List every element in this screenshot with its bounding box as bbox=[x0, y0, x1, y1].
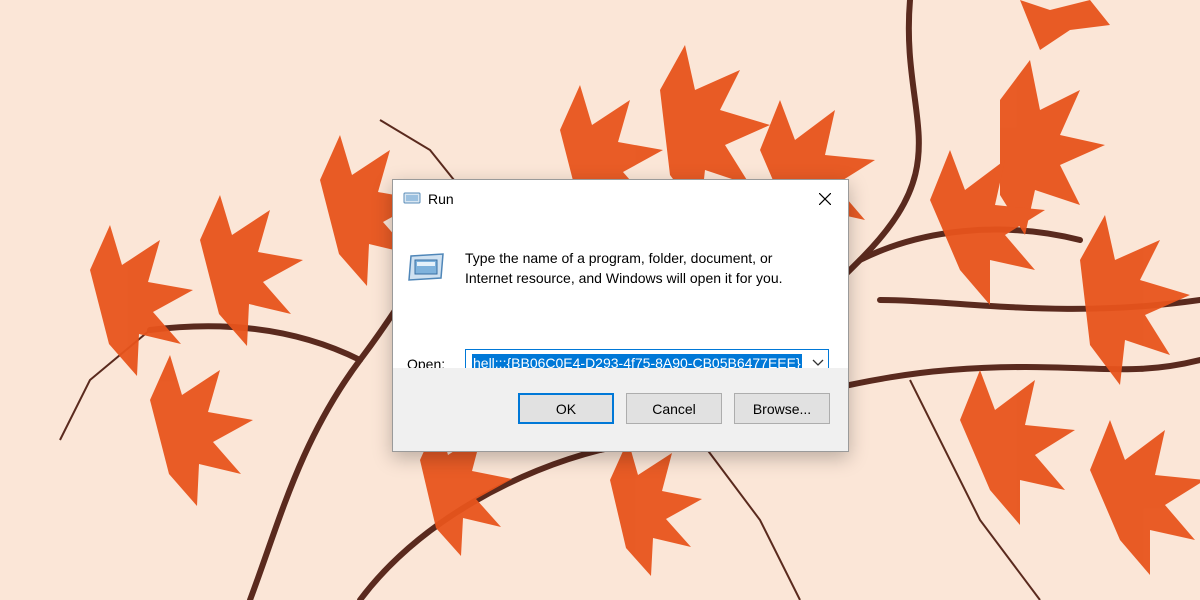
title-bar[interactable]: Run bbox=[393, 180, 848, 218]
dialog-body: Type the name of a program, folder, docu… bbox=[393, 218, 848, 377]
close-button[interactable] bbox=[802, 180, 848, 218]
run-app-icon bbox=[408, 253, 444, 281]
dialog-description: Type the name of a program, folder, docu… bbox=[465, 248, 825, 288]
cancel-button[interactable]: Cancel bbox=[626, 393, 722, 424]
run-dialog: Run Type the name of a program, folder, … bbox=[392, 179, 849, 452]
browse-button[interactable]: Browse... bbox=[734, 393, 830, 424]
run-icon bbox=[403, 192, 421, 204]
ok-button[interactable]: OK bbox=[518, 393, 614, 424]
chevron-down-icon[interactable] bbox=[812, 358, 824, 368]
dialog-title: Run bbox=[428, 191, 454, 207]
dialog-footer: OK Cancel Browse... bbox=[393, 368, 848, 451]
close-icon bbox=[819, 193, 831, 205]
description-line-2: Internet resource, and Windows will open… bbox=[465, 270, 783, 286]
description-line-1: Type the name of a program, folder, docu… bbox=[465, 250, 773, 266]
